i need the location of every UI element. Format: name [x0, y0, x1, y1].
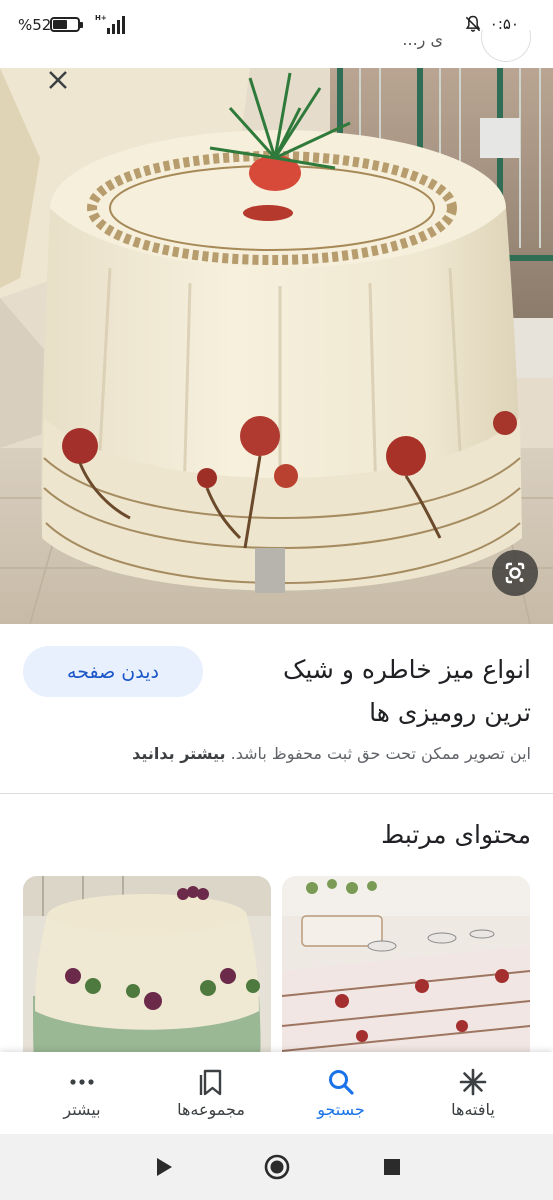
- system-navigation-bar: [0, 1134, 553, 1200]
- discover-asterisk-icon: [459, 1068, 487, 1096]
- page-title[interactable]: انواع میز خاطره و شیک ترین رومیزی ها: [231, 648, 531, 734]
- network-type: H+: [95, 14, 107, 22]
- nav-discover[interactable]: یافته‌ها: [404, 1052, 542, 1134]
- related-image-dining-table: [282, 876, 530, 1066]
- google-lens-icon: [505, 562, 525, 584]
- nav-more[interactable]: بیشتر: [13, 1052, 151, 1134]
- nav-collections-label: مجموعه‌ها: [177, 1100, 245, 1119]
- related-thumbnail-1[interactable]: [282, 876, 530, 1066]
- close-icon[interactable]: [40, 68, 76, 98]
- nav-collections[interactable]: مجموعه‌ها: [142, 1052, 280, 1134]
- back-triangle-icon[interactable]: [148, 1152, 178, 1182]
- nav-discover-label: یافته‌ها: [451, 1100, 495, 1119]
- learn-more-link[interactable]: بیشتر بدانید: [132, 744, 225, 763]
- search-icon: [329, 1070, 354, 1095]
- collections-bookmark-icon: [199, 1069, 222, 1096]
- result-info: دیدن صفحه انواع میز خاطره و شیک ترین روم…: [0, 624, 553, 794]
- copyright-notice: این تصویر ممکن تحت حق ثبت محفوظ باشد. بی…: [31, 744, 531, 763]
- underlay-header: ...ی ر: [0, 30, 553, 70]
- nav-search-label: جستجو: [317, 1100, 365, 1119]
- hero-image[interactable]: [0, 68, 553, 624]
- related-thumbnail-2[interactable]: [23, 876, 271, 1066]
- visit-page-button[interactable]: دیدن صفحه: [23, 646, 203, 697]
- nav-search[interactable]: جستجو: [272, 1052, 410, 1134]
- google-lens-button[interactable]: [492, 550, 538, 596]
- more-dots-icon: [70, 1079, 94, 1085]
- related-content-heading: محتوای مرتبط: [381, 820, 531, 849]
- underlay-avatar: [481, 30, 531, 62]
- recents-square-icon[interactable]: [377, 1152, 407, 1182]
- home-circle-icon[interactable]: [262, 1152, 292, 1182]
- battery-level: [53, 20, 67, 29]
- related-image-round-table: [23, 876, 271, 1066]
- copyright-text: این تصویر ممکن تحت حق ثبت محفوظ باشد.: [230, 744, 531, 763]
- tablecloth-photo: [0, 68, 553, 624]
- bottom-navigation: یافته‌ها جستجو مجموعه‌ها بیشتر: [0, 1052, 553, 1134]
- divider: [0, 793, 553, 794]
- nav-more-label: بیشتر: [63, 1100, 101, 1119]
- underlay-title: ...ی ر: [402, 30, 443, 49]
